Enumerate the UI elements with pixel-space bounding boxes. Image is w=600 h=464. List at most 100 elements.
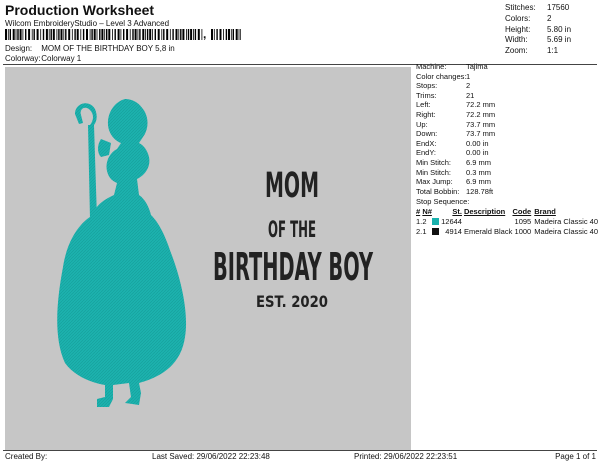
barcode-separator: , <box>203 27 207 41</box>
stop-sequence-title: Stop Sequence: <box>416 196 470 206</box>
stat-row: Height: 5.80 in <box>505 25 571 36</box>
property-label: Stops: <box>416 81 438 91</box>
stat-value: 1:1 <box>547 46 559 56</box>
design-row: Design: MOM OF THE BIRTHDAY BOY 5,8 in <box>5 44 175 53</box>
property-label: Right: <box>416 109 436 119</box>
stats-panel: Stitches: 17560 Colors: 2 Height: 5.80 in W… <box>505 3 571 57</box>
stat-value: 5.69 in <box>547 35 572 45</box>
property-label: Total Bobbin: <box>416 186 460 196</box>
thread-brand: Madeira Classic 40 <box>534 226 598 236</box>
design-label: Design: <box>5 44 33 53</box>
stat-row: Zoom: 1:1 <box>505 46 571 57</box>
property-row: Stops: 2 <box>416 81 598 91</box>
stat-row: Colors: 2 <box>505 14 571 25</box>
stat-label: Stitches: <box>505 3 536 12</box>
stat-label: Height: <box>505 24 531 34</box>
stop-sequence-table: # N# St. Description Code Brand 1. 2 126… <box>416 207 598 236</box>
design-text-birthday-boy: BIRTHDAY BOY <box>213 245 373 289</box>
property-value: 6.9 mm <box>466 157 492 167</box>
stat-label: Colors: <box>505 13 531 23</box>
col-header: Code <box>512 207 532 217</box>
property-value: 1 <box>466 71 471 81</box>
stat-value: 2 <box>547 13 552 23</box>
property-row: Right: 72.2 mm <box>416 110 598 120</box>
property-label: Machine: <box>416 62 447 71</box>
design-name: MOM OF THE BIRTHDAY BOY 5,8 in <box>41 44 175 53</box>
thread-description <box>462 217 512 227</box>
footer-saved: Last Saved: 29/06/2022 22:23:48 <box>152 452 270 461</box>
property-row: Left: 72.2 mm <box>416 100 598 110</box>
design-artwork: MOM OF THE BIRTHDAY BOY EST. 2020 <box>57 99 373 407</box>
col-header: St. <box>452 207 462 217</box>
col-header <box>432 207 441 217</box>
property-label: Down: <box>416 129 438 139</box>
property-label: Max Jump: <box>416 177 453 187</box>
stat-value: 17560 <box>547 3 570 12</box>
col-header: Brand <box>534 207 556 217</box>
property-value: 73.7 mm <box>466 119 496 129</box>
colorway-name: Colorway 1 <box>41 54 82 63</box>
color-swatch <box>431 218 439 225</box>
barcode-secondary <box>211 29 241 40</box>
property-row: Min Stitch: 6.9 mm <box>416 158 598 168</box>
property-label: EndY: <box>416 148 437 158</box>
needle-number: 2 <box>422 217 427 226</box>
colorway-row: Colorway: Colorway 1 <box>5 54 81 63</box>
thread-code: 1000 <box>514 226 532 236</box>
property-row: Color changes:1 <box>416 72 598 82</box>
footer-divider <box>3 450 597 451</box>
table-row: 1. 2 12644 1095 Madeira Classic 40 <box>416 217 598 227</box>
property-label: Up: <box>416 119 428 129</box>
property-label: Min Stitch: <box>416 157 452 167</box>
stat-row: Stitches: 17560 <box>505 3 571 14</box>
property-row: Machine: Tajima <box>416 62 598 72</box>
thread-brand: Madeira Classic 40 <box>534 217 598 226</box>
property-row: EndY: 0.00 in <box>416 148 598 158</box>
property-row: Total Bobbin: 128.78ft <box>416 187 598 197</box>
property-label: Min Stitch: <box>416 167 452 177</box>
property-value: 73.7 mm <box>466 129 496 139</box>
property-value: 128.78ft <box>466 186 494 196</box>
stat-row: Width: 5.69 in <box>505 35 571 46</box>
stat-label: Zoom: <box>505 46 528 56</box>
design-text: MOM OF THE BIRTHDAY BOY EST. 2020 <box>213 166 373 311</box>
property-value: 72.2 mm <box>466 109 496 119</box>
footer-created: Created By: <box>5 452 48 461</box>
property-value: 2 <box>466 81 471 91</box>
property-value: 0.00 in <box>466 148 489 158</box>
property-row: Trims: 21 <box>416 91 598 101</box>
footer-printed: Printed: 29/06/2022 22:23:51 <box>354 452 458 461</box>
property-value: 0.3 mm <box>466 167 492 177</box>
footer-page: Page 1 of 1 <box>555 452 596 461</box>
property-label: Trims: <box>416 90 437 100</box>
col-header: N# <box>422 207 432 217</box>
color-swatch-cell <box>431 227 441 237</box>
color-swatch <box>431 227 439 235</box>
stat-label: Width: <box>505 35 528 45</box>
stat-value: 5.80 in <box>547 24 572 34</box>
table-row: 2. 1 4914 Emerald Black 1000 Madeira Cla… <box>416 227 598 237</box>
col-header: Description <box>463 207 506 217</box>
property-row: Up: 73.7 mm <box>416 120 598 130</box>
property-value: 72.2 mm <box>466 100 496 110</box>
design-text-of-the: OF THE <box>268 218 316 243</box>
design-text-est: EST. 2020 <box>256 292 328 311</box>
worksheet-title: Production Worksheet <box>5 2 155 18</box>
barcode <box>5 29 203 40</box>
property-label: Color changes: <box>416 71 467 81</box>
color-swatch-cell <box>431 217 441 227</box>
property-value: 21 <box>466 90 475 100</box>
property-value: 0.00 in <box>466 138 489 148</box>
software-name: Wilcom EmbroideryStudio – Level 3 Advanc… <box>5 19 170 28</box>
thread-code: 1095 <box>514 217 532 226</box>
needle-number: 1 <box>422 226 427 236</box>
stitch-count: 4914 <box>445 226 462 236</box>
colorway-label: Colorway: <box>5 54 41 63</box>
property-row: EndX: 0.00 in <box>416 139 598 149</box>
property-row: Down: 73.7 mm <box>416 129 598 139</box>
shepherdess-silhouette <box>57 99 187 407</box>
table-header-row: # N# St. Description Code Brand <box>416 207 598 217</box>
thread-description: Emerald Black <box>463 226 513 236</box>
properties-panel: Machine: Tajima Color changes:1 Stops: 2 T… <box>416 62 598 236</box>
design-preview: MOM OF THE BIRTHDAY BOY EST. 2020 <box>5 67 411 450</box>
